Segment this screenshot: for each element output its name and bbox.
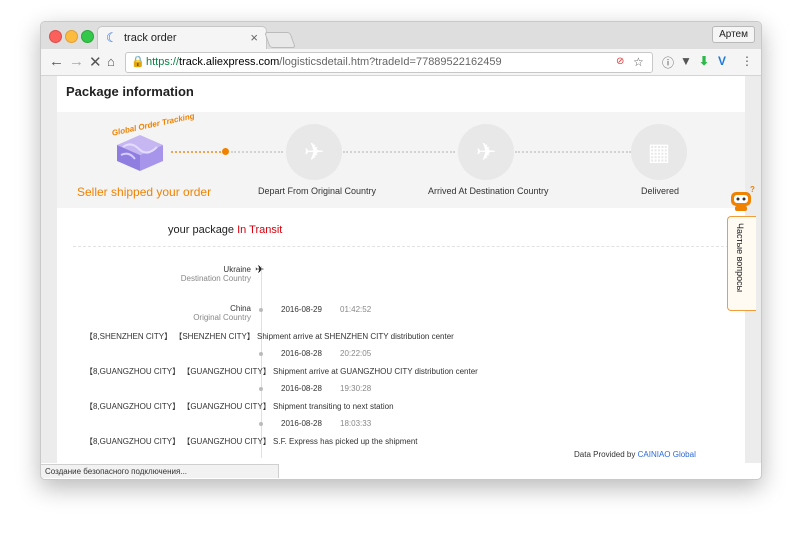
progress-line (343, 151, 455, 153)
event-time: 20:22:05 (340, 349, 372, 358)
seller-shipped-label: Seller shipped your order (77, 185, 212, 199)
package-page: Package information Global Order Trackin… (57, 76, 745, 463)
tab-close-icon[interactable]: × (250, 30, 258, 45)
depart-label: Depart From Original Country (258, 186, 377, 196)
browser-toolbar: ← → ✕ ⌂ 🔒 https://track.aliexpress.com/l… (41, 49, 761, 76)
timeline-dot (259, 422, 263, 426)
moon-favicon-icon: ☾ (106, 30, 118, 45)
event-date: 2016-08-29 (281, 305, 322, 314)
stop-icon[interactable]: ✕ (89, 53, 102, 71)
arrive-step: ✈ (458, 124, 514, 180)
timeline-dot (259, 308, 263, 312)
event-date: 2016-08-28 (281, 349, 322, 358)
event-date: 2016-08-28 (281, 384, 322, 393)
package-status: your package In Transit (168, 224, 283, 236)
svg-text:?: ? (750, 186, 755, 194)
status-value: In Transit (237, 224, 283, 236)
close-window-button[interactable] (49, 30, 62, 43)
progress-current-dot (222, 148, 229, 155)
status-bar: Создание безопасного подключения... (41, 464, 279, 478)
bookmark-star-icon[interactable]: ☆ (633, 55, 644, 69)
destination-label: Destination Country (180, 274, 251, 283)
back-arrow-icon[interactable]: ← (49, 53, 64, 70)
origin-label: Original Country (193, 313, 251, 322)
minimize-window-button[interactable] (65, 30, 78, 43)
forward-arrow-icon[interactable]: → (69, 53, 84, 70)
tab-bar: ☾ track order × Артем (41, 22, 761, 50)
plane-icon: ✈ (255, 264, 265, 276)
maximize-window-button[interactable] (81, 30, 94, 43)
browser-window: ☾ track order × Артем ← → ✕ ⌂ 🔒 https://… (40, 21, 762, 480)
progress-banner: Global Order Tracking Seller shipped you… (57, 111, 745, 208)
plane-landing-icon: ✈ (475, 139, 497, 166)
progress-line (231, 151, 283, 153)
faq-tab[interactable]: Частые вопросы (727, 216, 756, 311)
event-time: 01:42:52 (340, 305, 372, 314)
v-extension-icon[interactable]: V (718, 54, 726, 68)
data-provider-note: Data Provided by CAINIAO Global (574, 450, 696, 459)
progress-line (515, 151, 631, 153)
faq-label: Частые вопросы (735, 223, 745, 293)
cainiao-link[interactable]: CAINIAO Global (638, 450, 696, 459)
new-tab-button[interactable] (264, 32, 296, 48)
timeline-dot (259, 387, 263, 391)
pocket-extension-icon[interactable]: ▼ (680, 54, 692, 68)
timeline-dot (259, 352, 263, 356)
origin-country: China (230, 304, 251, 313)
event-time: 19:30:28 (340, 384, 372, 393)
event-description: 【8,SHENZHEN CITY】 【SHENZHEN CITY】 Shipme… (85, 332, 454, 341)
lock-icon: 🔒 (131, 56, 145, 68)
depart-step: ✈ (286, 124, 342, 180)
package-globe-icon (111, 127, 169, 173)
event-time: 18:03:33 (340, 419, 372, 428)
robot-icon[interactable]: ? (726, 185, 756, 212)
download-arrow-icon[interactable]: ⬇ (699, 54, 709, 68)
info-extension-icon[interactable]: ⓘ (662, 54, 674, 71)
tab-track-order[interactable]: ☾ track order × (97, 26, 267, 50)
destination-country: Ukraine (223, 265, 251, 274)
plane-takeoff-icon: ✈ (303, 139, 325, 166)
blocked-content-icon[interactable]: ⊘ (616, 56, 624, 67)
calendar-icon: ▦ (647, 139, 671, 166)
progress-line-done (171, 151, 221, 153)
home-icon[interactable]: ⌂ (107, 54, 115, 69)
event-description: 【8,GUANGZHOU CITY】 【GUANGZHOU CITY】 Ship… (85, 367, 478, 376)
menu-dots-icon[interactable]: ⋮ (741, 54, 753, 68)
delivered-label: Delivered (641, 186, 680, 196)
profile-button[interactable]: Артем (712, 26, 755, 43)
event-description: 【8,GUANGZHOU CITY】 【GUANGZHOU CITY】 Ship… (85, 402, 394, 411)
event-description: 【8,GUANGZHOU CITY】 【GUANGZHOU CITY】 S.F.… (85, 437, 418, 446)
arrive-label: Arrived At Destination Country (428, 186, 549, 196)
divider (73, 246, 729, 247)
tab-title: track order (124, 32, 177, 44)
page-title: Package information (66, 84, 194, 99)
url-text: https://track.aliexpress.com/logisticsde… (146, 56, 502, 68)
timeline-line (261, 266, 262, 458)
page-viewport: Package information Global Order Trackin… (41, 76, 761, 463)
event-date: 2016-08-28 (281, 419, 322, 428)
delivered-step: ▦ (631, 124, 687, 180)
address-bar[interactable]: 🔒 https://track.aliexpress.com/logistics… (125, 52, 653, 73)
